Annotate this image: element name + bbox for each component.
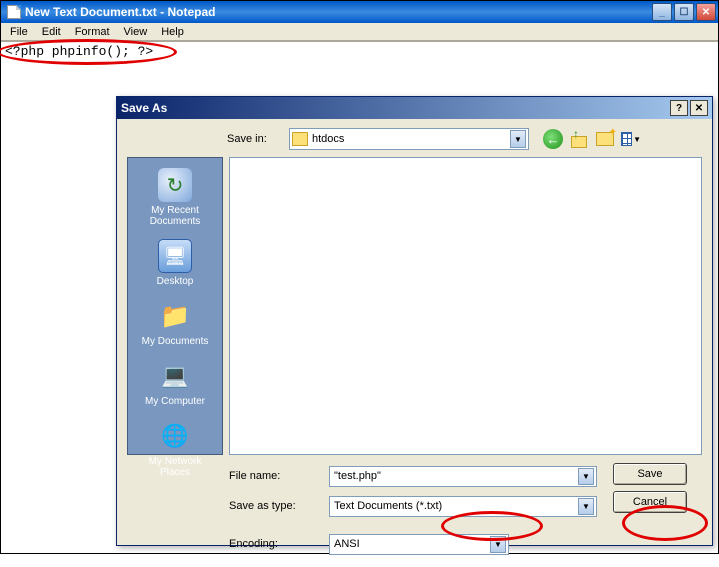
place-recent-label: My Recent Documents [135, 205, 215, 227]
saveastype-combo[interactable]: Text Documents (*.txt) ▼ [329, 496, 597, 517]
views-icon[interactable]: ▼ [621, 129, 641, 149]
cancel-button[interactable]: Cancel [613, 491, 687, 513]
mydocs-icon [158, 299, 192, 333]
encoding-combo[interactable]: ANSI ▼ [329, 534, 509, 555]
menu-file[interactable]: File [3, 24, 35, 40]
notepad-icon [7, 5, 21, 19]
maximize-button[interactable]: ☐ [674, 3, 694, 21]
back-icon[interactable]: ← [543, 129, 563, 149]
place-mydocs[interactable]: My Documents [135, 295, 215, 351]
network-icon [158, 419, 192, 453]
menu-edit[interactable]: Edit [35, 24, 68, 40]
savein-dropdown-icon[interactable]: ▼ [510, 130, 526, 148]
folder-icon [292, 132, 308, 146]
minimize-button[interactable]: _ [652, 3, 672, 21]
dialog-close-button[interactable]: ✕ [690, 100, 708, 116]
place-mycomp[interactable]: My Computer [135, 355, 215, 411]
saveastype-value: Text Documents (*.txt) [334, 500, 578, 512]
filename-dropdown-icon[interactable]: ▼ [578, 468, 594, 485]
place-desktop[interactable]: Desktop [135, 235, 215, 291]
up-one-level-icon[interactable]: ↑ [569, 129, 589, 149]
save-button[interactable]: Save [613, 463, 687, 485]
place-network-label: My Network Places [135, 456, 215, 478]
filename-combo[interactable]: "test.php" ▼ [329, 466, 597, 487]
menubar: File Edit Format View Help [1, 23, 718, 41]
place-network[interactable]: My Network Places [135, 415, 215, 482]
encoding-value: ANSI [334, 538, 490, 550]
help-button[interactable]: ? [670, 100, 688, 116]
filename-value: "test.php" [334, 470, 578, 482]
new-folder-icon[interactable] [595, 129, 615, 149]
place-recent[interactable]: My Recent Documents [135, 164, 215, 231]
saveastype-dropdown-icon[interactable]: ▼ [578, 498, 594, 515]
mycomp-icon [158, 359, 192, 393]
places-bar: My Recent Documents Desktop My Documents… [127, 157, 223, 455]
notepad-titlebar: New Text Document.txt - Notepad _ ☐ ✕ [1, 1, 718, 23]
place-mycomp-label: My Computer [145, 396, 205, 407]
desktop-icon [158, 239, 192, 273]
dialog-titlebar: Save As ? ✕ [117, 97, 712, 119]
place-mydocs-label: My Documents [142, 336, 209, 347]
menu-format[interactable]: Format [68, 24, 117, 40]
close-button[interactable]: ✕ [696, 3, 716, 21]
filename-label: File name: [229, 470, 319, 482]
savein-label: Save in: [227, 133, 283, 145]
menu-help[interactable]: Help [154, 24, 191, 40]
saveastype-label: Save as type: [229, 500, 319, 512]
notepad-title: New Text Document.txt - Notepad [25, 5, 652, 19]
editor-content: <?php phpinfo(); ?> [5, 44, 153, 59]
file-list[interactable] [229, 157, 702, 455]
encoding-label: Encoding: [229, 538, 319, 550]
save-as-dialog: Save As ? ✕ Save in: htdocs ▼ ← ↑ ▼ [116, 96, 713, 546]
dialog-title: Save As [121, 101, 167, 115]
recent-icon [158, 168, 192, 202]
menu-view[interactable]: View [117, 24, 155, 40]
place-desktop-label: Desktop [157, 276, 194, 287]
savein-combo[interactable]: htdocs ▼ [289, 128, 529, 150]
savein-value: htdocs [312, 133, 510, 145]
encoding-dropdown-icon[interactable]: ▼ [490, 536, 506, 553]
